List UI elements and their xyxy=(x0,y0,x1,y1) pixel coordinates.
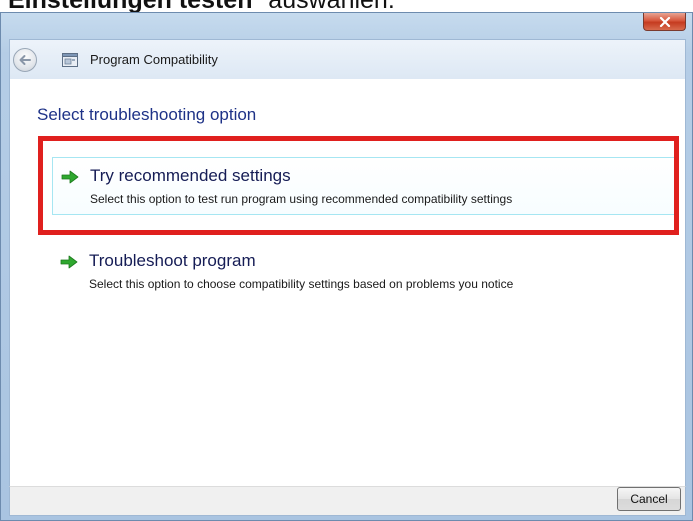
highlight-annotation-box xyxy=(38,136,679,235)
green-arrow-icon xyxy=(60,255,78,269)
close-icon xyxy=(659,16,670,27)
program-compatibility-icon xyxy=(62,53,78,67)
window-footer: Cancel xyxy=(9,486,686,516)
option-description: Select this option to choose compatibili… xyxy=(89,277,514,291)
window-header: Program Compatibility xyxy=(9,39,686,79)
back-button[interactable] xyxy=(13,48,37,72)
option-troubleshoot-program[interactable]: Troubleshoot program Select this option … xyxy=(52,243,677,301)
window-title: Program Compatibility xyxy=(90,52,218,67)
close-button[interactable] xyxy=(643,13,686,31)
cancel-button[interactable]: Cancel xyxy=(617,487,681,511)
program-compatibility-window: Program Compatibility Select troubleshoo… xyxy=(0,12,693,521)
option-title: Troubleshoot program xyxy=(89,251,256,270)
back-arrow-icon xyxy=(19,55,31,65)
page: Einstellungen testen" auswählen. Program… xyxy=(0,0,693,521)
page-heading: Select troubleshooting option xyxy=(37,105,257,124)
